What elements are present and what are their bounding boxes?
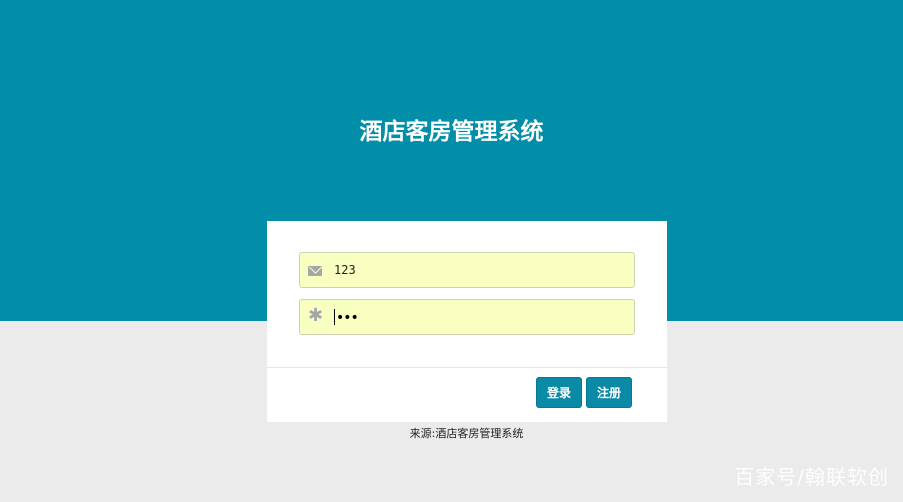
login-card: 123 ✱ ••• 登录 注册 <box>267 221 667 422</box>
password-field[interactable]: ✱ ••• <box>299 299 635 335</box>
login-page: 酒店客房管理系统 123 ✱ ••• 登录 注册 来源:酒店客房管理系统 百家号… <box>0 0 903 502</box>
envelope-icon <box>308 266 322 276</box>
login-button[interactable]: 登录 <box>536 377 582 408</box>
page-title: 酒店客房管理系统 <box>359 119 544 145</box>
source-caption: 来源:酒店客房管理系统 <box>409 427 524 440</box>
username-field[interactable]: 123 <box>299 252 635 288</box>
asterisk-icon: ✱ <box>308 305 324 326</box>
register-button[interactable]: 注册 <box>586 377 632 408</box>
watermark-text: 百家号/翰联软创 <box>734 465 889 489</box>
text-caret <box>334 309 335 325</box>
card-divider <box>267 367 667 368</box>
password-value: ••• <box>336 310 359 326</box>
username-value: 123 <box>334 263 356 277</box>
